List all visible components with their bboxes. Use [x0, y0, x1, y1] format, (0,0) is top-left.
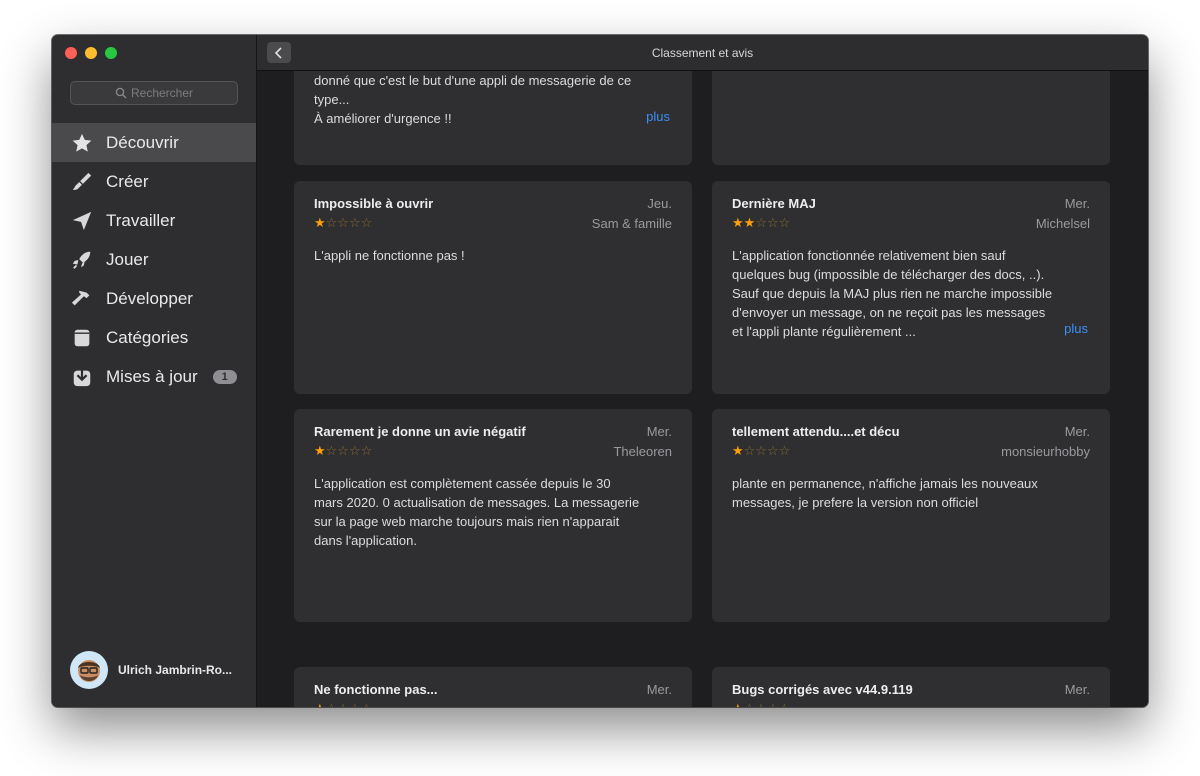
- review-author: Theleoren: [613, 443, 672, 459]
- sidebar-item-develop[interactable]: Développer: [52, 279, 256, 318]
- more-link[interactable]: plus: [1064, 321, 1088, 336]
- review-author: Michelsel: [1035, 215, 1090, 231]
- review-line: L'appli ne fonctionne pas !: [314, 248, 465, 263]
- review-card: Ne fonctionne pas... Mer. ★☆☆☆☆: [294, 667, 692, 707]
- download-icon: [70, 365, 94, 389]
- more-link[interactable]: plus: [646, 109, 670, 124]
- star-rating: ★☆☆☆☆: [732, 701, 790, 707]
- categories-icon: [70, 326, 94, 350]
- review-line: L'application est complètement cassée de…: [314, 476, 611, 491]
- review-body: donné que c'est le but d'une appli de me…: [314, 71, 672, 128]
- sidebar-item-work[interactable]: Travailler: [52, 201, 256, 240]
- review-date: Mer.: [1064, 196, 1090, 211]
- sidebar-item-label: Travailler: [106, 210, 176, 230]
- review-title: tellement attendu....et décu: [732, 424, 900, 439]
- search-icon: [115, 87, 127, 99]
- review-line: d'envoyer un message, on ne reçoit pas l…: [732, 305, 1046, 320]
- review-card: donné que c'est le but d'une appli de me…: [294, 55, 692, 165]
- rocket-icon: [70, 248, 94, 272]
- main-content: Classement et avis donné que c'est le bu…: [257, 35, 1148, 707]
- sidebar-item-categories[interactable]: Catégories: [52, 318, 256, 357]
- sidebar-item-create[interactable]: Créer: [52, 162, 256, 201]
- star-icon: [70, 131, 94, 155]
- search-placeholder: Rechercher: [130, 86, 194, 100]
- sidebar-nav: Découvrir Créer Travailler Jouer Dévelop…: [52, 123, 256, 396]
- brush-icon: [70, 170, 94, 194]
- close-window-button[interactable]: [65, 47, 77, 59]
- review-date: Jeu.: [647, 196, 672, 211]
- review-line: dans l'application.: [314, 533, 417, 548]
- window-title: Classement et avis: [651, 46, 754, 60]
- review-body: L'appli ne fonctionne pas !: [314, 246, 672, 265]
- sidebar-item-label: Mises à jour: [106, 366, 198, 386]
- review-body: L'application est complètement cassée de…: [314, 474, 672, 550]
- user-account[interactable]: Ulrich Jambrin-Ro...: [70, 651, 232, 689]
- review-card: Dernière MAJ Mer. ★★☆☆☆ Michelsel L'appl…: [712, 181, 1110, 394]
- sidebar-item-label: Créer: [106, 171, 149, 191]
- review-title: Bugs corrigés avec v44.9.119: [732, 682, 913, 697]
- sidebar-item-updates[interactable]: Mises à jour 1: [52, 357, 256, 396]
- review-line: type...: [314, 92, 350, 107]
- minimize-window-button[interactable]: [85, 47, 97, 59]
- star-rating: ★☆☆☆☆: [314, 215, 373, 230]
- review-body: L'application fonctionnée relativement b…: [732, 246, 1090, 341]
- review-author: Sam & famille: [591, 215, 672, 231]
- review-date: Mer.: [1064, 682, 1090, 697]
- updates-count-badge: 1: [212, 369, 237, 384]
- review-title: Impossible à ouvrir: [314, 196, 434, 211]
- review-card: tellement attendu....et décu Mer. ★☆☆☆☆ …: [712, 409, 1110, 622]
- review-title: Dernière MAJ: [732, 196, 816, 211]
- avatar: [70, 651, 108, 689]
- sidebar-item-play[interactable]: Jouer: [52, 240, 256, 279]
- window-controls: [65, 47, 117, 59]
- review-line: et l'appli plante régulièrement ...: [732, 324, 916, 339]
- review-line: plante en permanence, n'affiche jamais l…: [732, 476, 1038, 491]
- review-card: Bugs corrigés avec v44.9.119 Mer. ★☆☆☆☆: [712, 667, 1110, 707]
- titlebar: Classement et avis: [257, 35, 1148, 71]
- search-input[interactable]: Rechercher: [70, 81, 238, 105]
- review-body: plante en permanence, n'affiche jamais l…: [732, 474, 1090, 512]
- star-rating: ★☆☆☆☆: [314, 701, 372, 707]
- review-card: [712, 55, 1110, 165]
- sidebar: Rechercher Découvrir Créer Travailler Jo…: [52, 35, 257, 707]
- sidebar-item-label: Développer: [106, 288, 193, 308]
- sidebar-item-label: Jouer: [106, 249, 149, 269]
- sidebar-item-label: Catégories: [106, 327, 189, 347]
- review-date: Mer.: [646, 424, 672, 439]
- review-author: monsieurhobby: [1001, 443, 1090, 459]
- review-date: Mer.: [646, 682, 672, 697]
- star-rating: ★★☆☆☆: [732, 215, 791, 230]
- review-title: Rarement je donne un avie négatif: [314, 424, 526, 439]
- sidebar-item-discover[interactable]: Découvrir: [52, 123, 256, 162]
- user-name: Ulrich Jambrin-Ro...: [118, 663, 233, 677]
- review-line: quelques bug (impossible de télécharger …: [732, 267, 1045, 282]
- review-card: Rarement je donne un avie négatif Mer. ★…: [294, 409, 692, 622]
- review-line: messages, je prefere la version non offi…: [732, 495, 979, 510]
- star-rating: ★☆☆☆☆: [314, 443, 373, 458]
- paperplane-icon: [70, 209, 94, 233]
- review-line: donné que c'est le but d'une appli de me…: [314, 73, 632, 88]
- review-date: Mer.: [1064, 424, 1090, 439]
- review-line: L'application fonctionnée relativement b…: [732, 248, 1006, 263]
- review-title: Ne fonctionne pas...: [314, 682, 438, 697]
- review-line: À améliorer d'urgence !!: [314, 111, 452, 126]
- review-line: mars 2020. 0 actualisation de messages. …: [314, 495, 640, 510]
- hammer-icon: [70, 287, 94, 311]
- sidebar-item-label: Découvrir: [106, 132, 179, 152]
- zoom-window-button[interactable]: [105, 47, 117, 59]
- review-line: Sauf que depuis la MAJ plus rien ne marc…: [732, 286, 1053, 301]
- app-window: Rechercher Découvrir Créer Travailler Jo…: [52, 35, 1148, 707]
- star-rating: ★☆☆☆☆: [732, 443, 791, 458]
- review-card: Impossible à ouvrir Jeu. ★☆☆☆☆ Sam & fam…: [294, 181, 692, 394]
- review-line: sur la page web marche toujours mais rie…: [314, 514, 620, 529]
